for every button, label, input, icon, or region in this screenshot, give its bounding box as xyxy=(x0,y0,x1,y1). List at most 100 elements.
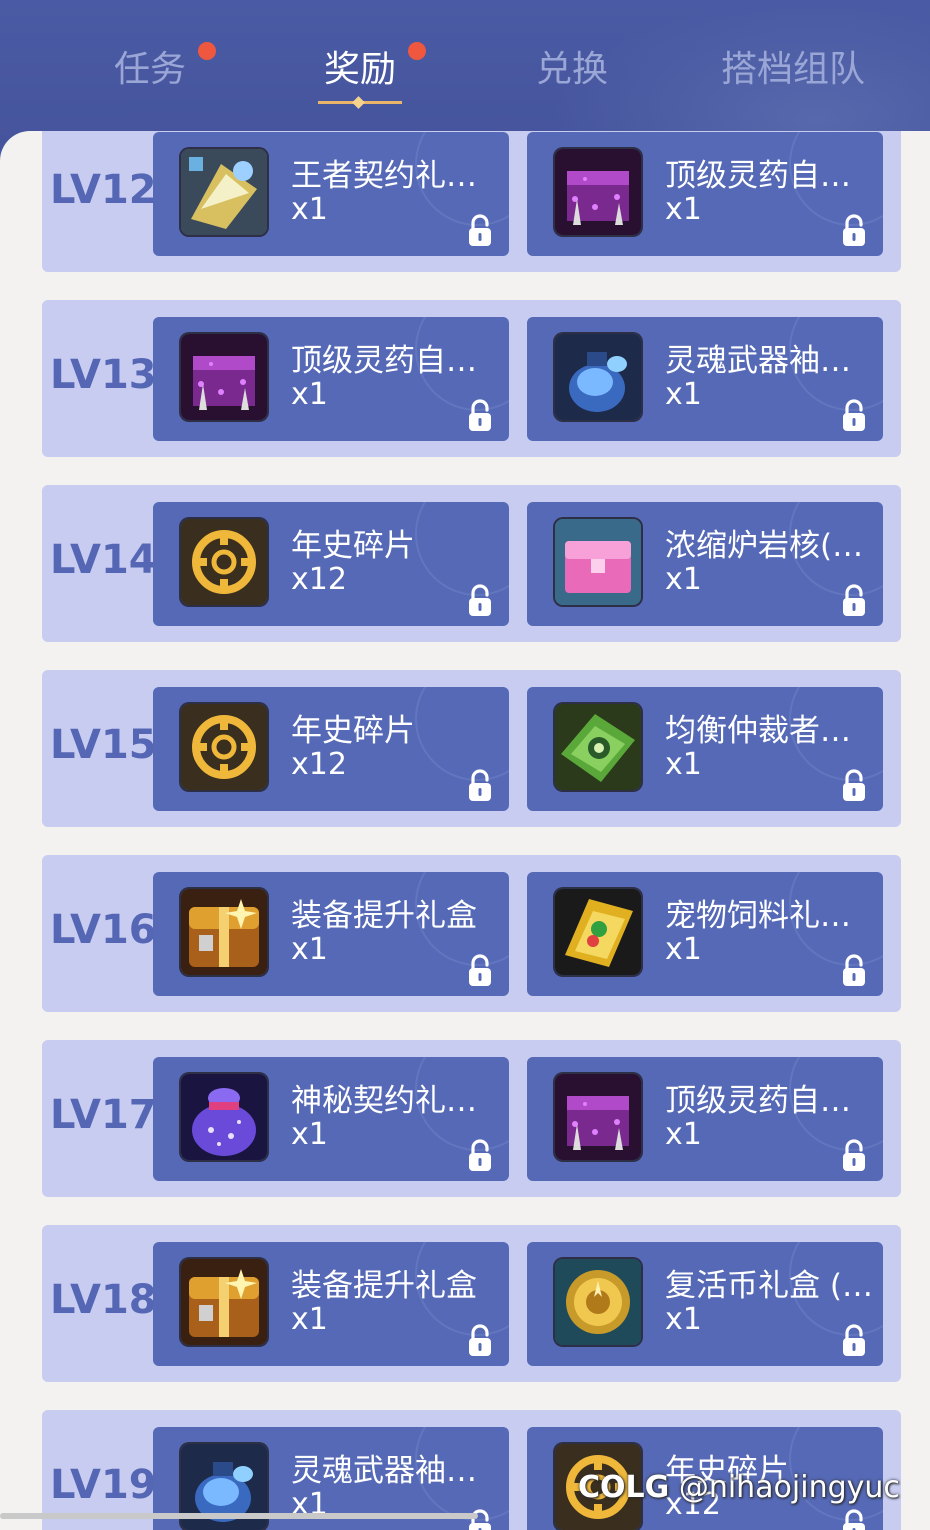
reward-row: LV18 装备提升礼盒 x1 复活币礼盒 (1... x1 xyxy=(42,1225,901,1382)
reward-row: LV13 顶级灵药自选... x1 灵魂武器袖珍... x1 xyxy=(42,300,901,457)
reward-quantity: x1 xyxy=(291,1302,328,1337)
reward-card[interactable]: 王者契约礼包... x1 xyxy=(153,132,509,256)
reward-quantity: x1 xyxy=(665,1302,702,1337)
reward-quantity: x1 xyxy=(291,1117,328,1152)
tab-label: 搭档组队 xyxy=(720,49,865,90)
reward-quantity: x1 xyxy=(291,377,328,412)
reward-quantity: x1 xyxy=(665,932,702,967)
tab-label: 任务 xyxy=(113,49,186,90)
lock-icon xyxy=(467,214,493,248)
reward-card[interactable]: 装备提升礼盒 x1 xyxy=(153,872,509,996)
reward-list[interactable]: LV12 王者契约礼包... x1 顶级灵药自选... x1 LV13 顶级灵药自选... x… xyxy=(0,131,930,1530)
elixir-chest-icon xyxy=(555,1074,641,1160)
pink-chest-icon xyxy=(555,519,641,605)
lock-icon xyxy=(467,769,493,803)
reward-name: 顶级灵药自选... xyxy=(291,343,505,379)
reward-name: 均衡仲裁者入... xyxy=(665,713,879,749)
reward-quantity: x1 xyxy=(291,192,328,227)
lock-icon xyxy=(841,399,867,433)
lock-icon xyxy=(841,1139,867,1173)
lock-icon xyxy=(467,399,493,433)
lock-icon xyxy=(841,584,867,618)
reward-card[interactable]: 顶级灵药自选... x1 xyxy=(153,317,509,441)
reward-name: 王者契约礼包... xyxy=(291,158,505,194)
reward-quantity: x12 xyxy=(291,562,347,597)
reward-name: 浓缩炉岩核(1... xyxy=(665,528,879,564)
lock-icon xyxy=(841,1324,867,1358)
lock-icon xyxy=(467,954,493,988)
lock-icon xyxy=(841,1509,867,1530)
elixir-chest-icon xyxy=(555,149,641,235)
soul-weapon-pot-icon xyxy=(555,334,641,420)
lock-icon xyxy=(841,214,867,248)
lock-icon xyxy=(841,954,867,988)
tab-tasks[interactable]: 任务 xyxy=(112,40,216,90)
watermark-handle: @nihaojingyuc xyxy=(678,1470,900,1505)
tab-label: 奖励 xyxy=(323,49,396,90)
lock-icon xyxy=(467,1324,493,1358)
reward-quantity: x1 xyxy=(665,192,702,227)
tab-rewards[interactable]: 奖励 xyxy=(322,40,426,90)
level-label: LV14 xyxy=(50,537,157,583)
reward-quantity: x1 xyxy=(665,377,702,412)
reward-name: 装备提升礼盒 xyxy=(291,898,477,934)
revive-coin-icon xyxy=(555,1259,641,1345)
watermark-logo: COLG xyxy=(578,1470,670,1505)
reward-row: LV15 年史碎片 x12 均衡仲裁者入... x1 xyxy=(42,670,901,827)
reward-card[interactable]: 浓缩炉岩核(1... x1 xyxy=(527,502,883,626)
lock-icon xyxy=(467,1139,493,1173)
reward-quantity: x1 xyxy=(291,932,328,967)
elixir-chest-icon xyxy=(181,334,267,420)
top-tab-bar: 任务 奖励 兑换 搭档组队 xyxy=(0,0,930,150)
reward-name: 顶级灵药自选... xyxy=(665,158,879,194)
horizontal-scrollbar[interactable] xyxy=(0,1513,478,1519)
reward-card[interactable]: 年史碎片 x12 xyxy=(153,502,509,626)
lock-icon xyxy=(841,769,867,803)
pet-food-bag-icon xyxy=(555,889,641,975)
reward-card[interactable]: 宠物饲料礼袋 ... x1 xyxy=(527,872,883,996)
reward-name: 神秘契约礼包 ... xyxy=(291,1083,505,1119)
reward-name: 年史碎片 xyxy=(291,528,415,564)
reward-card[interactable]: 顶级灵药自选... x1 xyxy=(527,132,883,256)
notification-dot xyxy=(198,42,216,60)
reward-quantity: x1 xyxy=(665,1117,702,1152)
reward-name: 复活币礼盒 (1... xyxy=(665,1268,879,1304)
tab-label: 兑换 xyxy=(535,49,608,90)
reward-card[interactable]: 年史碎片 x12 xyxy=(153,687,509,811)
level-label: LV18 xyxy=(50,1277,157,1323)
mystery-bag-icon xyxy=(181,1074,267,1160)
reward-name: 宠物饲料礼袋 ... xyxy=(665,898,879,934)
reward-quantity: x12 xyxy=(291,747,347,782)
gold-chest-icon xyxy=(181,889,267,975)
green-ticket-icon xyxy=(555,704,641,790)
notification-dot xyxy=(408,42,426,60)
reward-card[interactable]: 装备提升礼盒 x1 xyxy=(153,1242,509,1366)
reward-name: 灵魂武器袖珍... xyxy=(665,343,879,379)
reward-name: 灵魂武器袖珍... xyxy=(291,1453,505,1489)
level-label: LV17 xyxy=(50,1092,157,1138)
level-label: LV13 xyxy=(50,352,157,398)
reward-card[interactable]: 灵魂武器袖珍... x1 xyxy=(527,317,883,441)
watermark: COLG @nihaojingyuc xyxy=(578,1470,900,1505)
reward-row: LV17 神秘契约礼包 ... x1 顶级灵药自选... x1 xyxy=(42,1040,901,1197)
reward-card[interactable]: 均衡仲裁者入... x1 xyxy=(527,687,883,811)
level-label: LV12 xyxy=(50,167,157,213)
reward-name: 装备提升礼盒 xyxy=(291,1268,477,1304)
reward-card[interactable]: 神秘契约礼包 ... x1 xyxy=(153,1057,509,1181)
reward-card[interactable]: 复活币礼盒 (1... x1 xyxy=(527,1242,883,1366)
chronicle-shard-icon xyxy=(181,704,267,790)
reward-card[interactable]: 顶级灵药自选... x1 xyxy=(527,1057,883,1181)
contract-gift-icon xyxy=(181,149,267,235)
gold-chest-icon xyxy=(181,1259,267,1345)
lock-icon xyxy=(467,584,493,618)
tab-exchange[interactable]: 兑换 xyxy=(534,40,610,90)
reward-name: 顶级灵药自选... xyxy=(665,1083,879,1119)
reward-quantity: x1 xyxy=(665,747,702,782)
tab-partner-team[interactable]: 搭档组队 xyxy=(718,40,868,90)
reward-row: LV14 年史碎片 x12 浓缩炉岩核(1... x1 xyxy=(42,485,901,642)
level-label: LV15 xyxy=(50,722,157,768)
reward-quantity: x1 xyxy=(665,562,702,597)
reward-row: LV12 王者契约礼包... x1 顶级灵药自选... x1 xyxy=(42,131,901,272)
level-label: LV16 xyxy=(50,907,157,953)
active-tab-indicator xyxy=(318,96,402,109)
